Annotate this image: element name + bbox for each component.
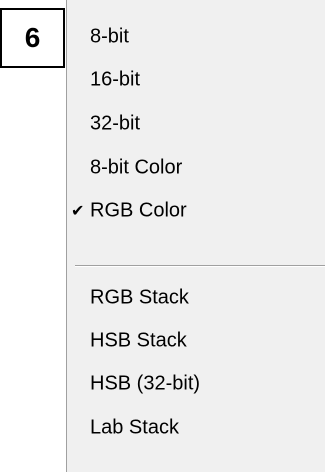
menu-item-lab-stack[interactable]: Lab Stack <box>67 410 325 446</box>
menu-item-hsb-32-bit[interactable]: HSB (32-bit) <box>67 366 325 402</box>
menu-item-label: 16-bit <box>90 68 141 91</box>
menu-item-16-bit[interactable]: 16-bit <box>67 62 325 98</box>
menu-item-32-bit[interactable]: 32-bit <box>67 106 325 142</box>
menu-item-hsb-stack[interactable]: HSB Stack <box>67 323 325 359</box>
menu-item-rgb-color[interactable]: ✔ RGB Color <box>67 193 325 229</box>
menu-item-label: Lab Stack <box>90 416 179 439</box>
menu-item-label: 8-bit Color <box>90 156 183 179</box>
menu-item-label: RGB Color <box>90 199 187 222</box>
checkmark-icon: ✔ <box>71 203 85 220</box>
step-number-badge: 6 <box>0 8 65 68</box>
menu-item-label: 8-bit <box>90 25 129 48</box>
menu-item-label: RGB Stack <box>90 286 189 309</box>
menu-item-label: HSB (32-bit) <box>90 372 201 395</box>
image-type-menu: 8-bit 16-bit 32-bit 8-bit Color ✔ RGB Co… <box>66 0 325 472</box>
menu-item-rgb-stack[interactable]: RGB Stack <box>67 280 325 316</box>
menu-item-8-bit[interactable]: 8-bit <box>67 19 325 55</box>
menu-item-8-bit-color[interactable]: 8-bit Color <box>67 150 325 186</box>
menu-separator <box>75 265 325 267</box>
menu-item-label: HSB Stack <box>90 329 187 352</box>
menu-item-label: 32-bit <box>90 112 141 135</box>
